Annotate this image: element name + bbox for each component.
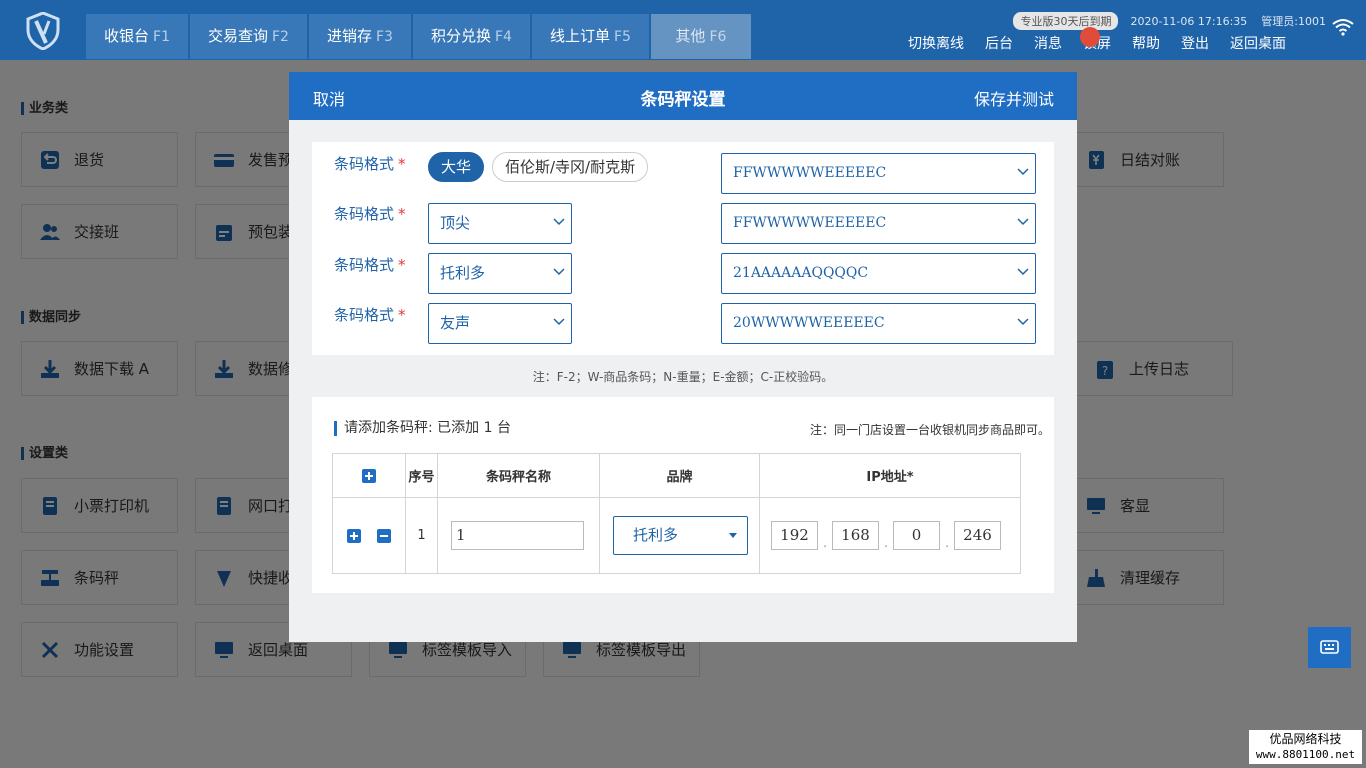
shield-logo-icon: [26, 12, 60, 50]
seq-header: 序号: [405, 453, 438, 498]
backend-link[interactable]: 后台: [985, 33, 1013, 53]
ip-octet-4[interactable]: 246: [954, 521, 1001, 550]
tab-inventory[interactable]: 进销存 F3: [308, 14, 411, 59]
brand-header: 品牌: [599, 453, 760, 498]
datetime: 2020-11-06 17:16:35: [1130, 14, 1248, 28]
admin-label: 管理员:1001: [1261, 15, 1326, 28]
barcode-format-panel: 条码格式 * 大华 佰伦斯/寺冈/耐克斯 FFWWWWWEEEEEC 条码格式 * …: [312, 142, 1054, 355]
scales-note: 注：同一门店设置一台收银机同步商品即可。: [809, 423, 1050, 437]
chevron-down-icon: [553, 318, 565, 326]
remove-icon[interactable]: [377, 528, 391, 543]
scales-added-title: 请添加条码秤: 已添加 1 台: [334, 421, 511, 436]
format-select-3[interactable]: 21AAAAAAQQQQC: [721, 253, 1036, 294]
ip-octet-1[interactable]: 192: [771, 521, 818, 550]
caret-down-icon: [729, 533, 737, 538]
keyboard-button[interactable]: [1308, 627, 1351, 668]
dialog-title: 条码秤设置: [640, 90, 726, 110]
add-row-icon[interactable]: [362, 468, 376, 483]
format-label: 条码格式 *: [334, 155, 406, 173]
format-legend-note: 注：F-2；W-商品条码；N-重量；E-金额；C-正校验码。: [532, 370, 834, 384]
scale-name-input[interactable]: 1: [451, 521, 584, 550]
chevron-down-icon: [1017, 268, 1029, 276]
brand-dropdown[interactable]: 托利多: [613, 516, 748, 555]
logout-link[interactable]: 登出: [1181, 33, 1209, 53]
format-label: 条码格式 *: [334, 306, 406, 324]
top-navigation-bar: 收银台 F1 交易查询 F2 进销存 F3 积分兑换 F4 线上订单 F5 其他 F6 专业…: [0, 0, 1366, 60]
switch-offline-link[interactable]: 切换离线: [908, 33, 964, 53]
row-ip-cell: 192. 168. 0. 246: [759, 497, 1021, 574]
back-to-desktop-link[interactable]: 返回桌面: [1230, 33, 1286, 53]
version-badge: 专业版30天后到期: [1013, 12, 1119, 30]
brand-select-dingjian[interactable]: 顶尖: [428, 203, 572, 244]
row-name-cell: 1: [437, 497, 600, 574]
chevron-down-icon: [1017, 318, 1029, 326]
row-seq: 1: [405, 497, 438, 574]
option-bailunsi[interactable]: 佰伦斯/寺冈/耐克斯: [492, 152, 649, 182]
tab-points[interactable]: 积分兑换 F4: [412, 14, 530, 59]
tab-other[interactable]: 其他 F6: [650, 14, 751, 59]
tab-cashier[interactable]: 收银台 F1: [86, 14, 188, 59]
row-actions: [332, 497, 406, 574]
tab-transactions[interactable]: 交易查询 F2: [189, 14, 307, 59]
name-header: 条码秤名称: [437, 453, 600, 498]
brand-select-yousheng[interactable]: 友声: [428, 303, 572, 344]
main-tabs: 收银台 F1 交易查询 F2 进销存 F3 积分兑换 F4 线上订单 F5 其他 F6: [86, 14, 753, 60]
table-row: 1 1 托利多 192. 168. 0. 246: [332, 497, 1021, 574]
format-label: 条码格式 *: [334, 256, 406, 274]
watermark-line-1: 优品网络科技: [1269, 732, 1342, 746]
ip-header: IP地址*: [759, 453, 1021, 498]
ip-octet-2[interactable]: 168: [832, 521, 879, 550]
help-link[interactable]: 帮助: [1132, 33, 1160, 53]
status-info: 专业版30天后到期 2020-11-06 17:16:35 管理员:1001: [1013, 12, 1326, 30]
wifi-icon: [1332, 19, 1354, 36]
messages-link[interactable]: 消息: [1034, 33, 1062, 53]
scale-list-panel: 请添加条码秤: 已添加 1 台 注：同一门店设置一台收银机同步商品即可。 序号 …: [312, 397, 1054, 593]
watermark: 优品网络科技 www.8801100.net: [1249, 730, 1362, 764]
message-indicator-icon: [1080, 27, 1100, 47]
keyboard-icon: [1320, 640, 1339, 654]
brand-select-toledo[interactable]: 托利多: [428, 253, 572, 294]
tab-online-orders[interactable]: 线上订单 F5: [531, 14, 649, 59]
dialog-header: 取消 条码秤设置 保存并测试: [289, 72, 1077, 120]
ip-octet-3[interactable]: 0: [893, 521, 940, 550]
chevron-down-icon: [1017, 218, 1029, 226]
add-icon[interactable]: [347, 528, 361, 543]
watermark-line-2: www.8801100.net: [1255, 748, 1356, 761]
option-dahua[interactable]: 大华: [428, 152, 485, 182]
barcode-scale-settings-dialog: 取消 条码秤设置 保存并测试 条码格式 * 大华 佰伦斯/寺冈/耐克斯 FFWWW…: [289, 72, 1077, 642]
chevron-down-icon: [1017, 168, 1029, 176]
table-header-row: 序号 条码秤名称 品牌 IP地址*: [332, 453, 1021, 498]
chevron-down-icon: [553, 218, 565, 226]
row-brand-cell: 托利多: [599, 497, 760, 574]
save-and-test-button[interactable]: 保存并测试: [974, 86, 1054, 110]
chevron-down-icon: [553, 268, 565, 276]
format-select-4[interactable]: 20WWWWWEEEEEC: [721, 303, 1036, 344]
scale-table: 序号 条码秤名称 品牌 IP地址* 1 1 托利多 192 . 168 . 0 …: [332, 453, 1021, 574]
format-label: 条码格式 *: [334, 205, 406, 223]
format-select-1[interactable]: FFWWWWWEEEEEC: [721, 153, 1036, 194]
add-column-header: [332, 453, 406, 498]
format-select-2[interactable]: FFWWWWWEEEEEC: [721, 203, 1036, 244]
